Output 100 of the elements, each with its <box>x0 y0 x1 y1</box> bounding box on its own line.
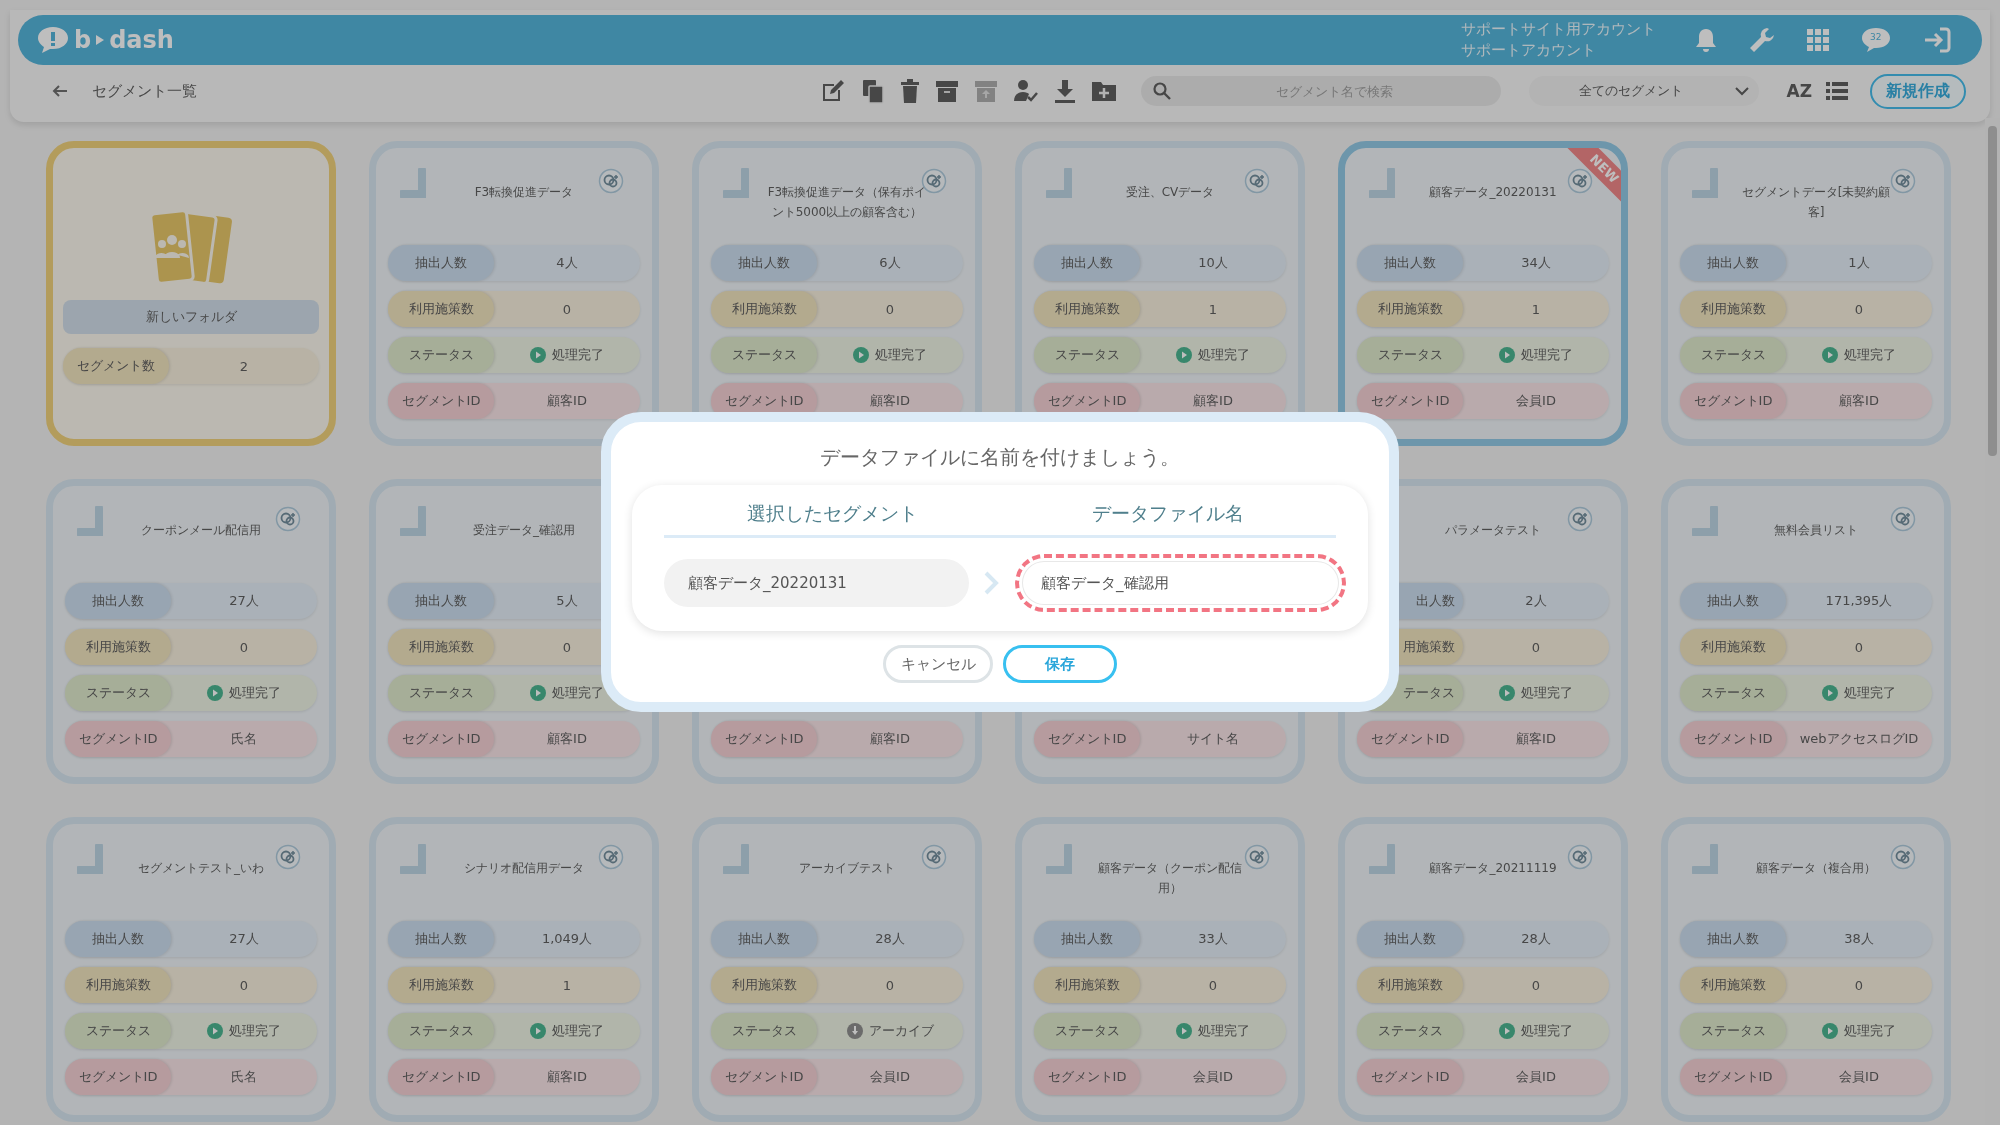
stat-value: 処理完了 <box>875 346 927 364</box>
segment-card[interactable]: シナリオ配信用データ 抽出人数 1,049人 利用施策数 1 ステータス 処理完了 セグメントID 顧客ID <box>369 817 659 1122</box>
stat-value: 2人 <box>1525 592 1547 610</box>
stat-value: 処理完了 <box>552 346 604 364</box>
sort-button[interactable]: AZ <box>1786 81 1812 101</box>
stat-label: 利用施策数 <box>1680 967 1786 1003</box>
segment-icon[interactable] <box>598 844 624 870</box>
stat-value: 処理完了 <box>1198 346 1250 364</box>
stat-value: 会員ID <box>1193 1068 1233 1086</box>
download-icon[interactable] <box>1053 79 1076 103</box>
stat-label: 抽出人数 <box>1357 245 1463 281</box>
stat-value: 1 <box>562 977 572 993</box>
segment-filter-dropdown[interactable]: 全てのセグメント <box>1528 76 1759 106</box>
stat-label: 利用施策数 <box>65 629 171 665</box>
stat-value: 会員ID <box>1516 1068 1556 1086</box>
stat-value: 処理完了 <box>552 684 604 702</box>
segment-icon[interactable] <box>1890 168 1916 194</box>
stat-value: 6人 <box>879 254 901 272</box>
dialog-title: データファイルに名前を付けましょう。 <box>820 444 1180 471</box>
segment-icon[interactable] <box>1567 844 1593 870</box>
stat-value: 10人 <box>1198 254 1228 272</box>
stat-label: ステータス <box>388 675 494 711</box>
stat-value: webアクセスログID <box>1799 730 1919 748</box>
stat-value: 顧客ID <box>1193 392 1233 410</box>
segment-card[interactable]: F3転換促進データ 抽出人数 4人 利用施策数 0 ステータス 処理完了 セグメントID 顧客ID <box>369 141 659 446</box>
stat-label: セグメントID <box>1357 1059 1463 1095</box>
file-name-input[interactable]: 顧客データ_確認用 <box>1015 554 1346 612</box>
segment-card[interactable]: 顧客データ（複合用） 抽出人数 38人 利用施策数 0 ステータス 処理完了 セグメントID 会員ID <box>1661 817 1951 1122</box>
segment-title: アーカイブテスト <box>798 860 896 877</box>
stat-label: 抽出人数 <box>65 921 171 957</box>
stat-value: 0 <box>1854 301 1864 317</box>
stat-label: ステータス <box>1034 1013 1140 1049</box>
stat-value: 1,049人 <box>541 930 593 948</box>
segment-icon[interactable] <box>275 844 301 870</box>
stat-label: セグメントID <box>1680 1059 1786 1095</box>
segment-icon[interactable] <box>598 168 624 194</box>
segment-card[interactable]: セグメントデータ[未契約顧客] 抽出人数 1人 利用施策数 0 ステータス 処理完了 セグメントID 顧客ID <box>1661 141 1951 446</box>
stat-value: 処理完了 <box>1521 346 1573 364</box>
list-view-icon[interactable] <box>1826 81 1848 101</box>
column-heading: 選択したセグメント <box>745 501 919 526</box>
stat-value: 34人 <box>1521 254 1551 272</box>
speech-bubble-icon <box>36 25 70 55</box>
back-arrow-icon[interactable] <box>52 84 68 98</box>
stat-value: 27人 <box>229 592 259 610</box>
segment-title: 顧客データ（クーポン配信用） <box>1097 860 1243 897</box>
column-heading: データファイル名 <box>1091 501 1245 526</box>
wrench-icon[interactable] <box>1748 26 1776 54</box>
stat-value: サイト名 <box>1187 730 1239 748</box>
stat-value: 氏名 <box>231 730 257 748</box>
stat-label: セグメントID <box>65 721 171 757</box>
stat-value: 4人 <box>556 254 578 272</box>
copy-icon[interactable] <box>860 78 885 104</box>
segment-icon[interactable] <box>921 844 947 870</box>
bell-icon[interactable] <box>1694 27 1718 53</box>
segment-card[interactable]: セグメントテスト_いわ 抽出人数 27人 利用施策数 0 ステータス 処理完了 セグメントID 氏名 <box>46 817 336 1122</box>
segment-icon[interactable] <box>1244 844 1270 870</box>
stat-label: 抽出人数 <box>1680 245 1786 281</box>
folder-card[interactable]: 新しいフォルダ セグメント数 2 <box>46 141 336 446</box>
grid-icon[interactable] <box>1806 28 1830 52</box>
caret-icon <box>1734 86 1749 96</box>
segment-card[interactable]: アーカイブテスト 抽出人数 28人 利用施策数 0 ステータス アーカイブ セグメントID 会員ID <box>692 817 982 1122</box>
save-button[interactable]: 保存 <box>1003 645 1117 683</box>
stat-value: 0 <box>239 977 249 993</box>
segment-icon[interactable] <box>1244 168 1270 194</box>
stat-value: 会員ID <box>870 1068 910 1086</box>
logout-icon[interactable] <box>1922 26 1952 54</box>
stat-value: 氏名 <box>231 1068 257 1086</box>
stat-label: セグメントID <box>1034 1059 1140 1095</box>
archive-box-icon[interactable] <box>934 80 959 102</box>
search-icon <box>1152 82 1171 100</box>
stat-label: ステータス <box>1680 675 1786 711</box>
stat-value: 顧客ID <box>1516 730 1556 748</box>
stat-label: セグメントID <box>65 1059 171 1095</box>
segment-icon[interactable] <box>1567 506 1593 532</box>
stat-label: ステータス <box>711 337 817 373</box>
segment-icon[interactable] <box>1890 506 1916 532</box>
segment-icon[interactable] <box>275 506 301 532</box>
stat-value: 0 <box>885 977 895 993</box>
segment-card[interactable]: 無料会員リスト 抽出人数 171,395人 利用施策数 0 ステータス 処理完了 セグメントID webアクセスログID <box>1661 479 1951 784</box>
segment-card[interactable]: クーポンメール配信用 抽出人数 27人 利用施策数 0 ステータス 処理完了 セグメントID 氏名 <box>46 479 336 784</box>
stat-label: 利用施策数 <box>1034 967 1140 1003</box>
folder-name: 新しいフォルダ <box>63 300 319 334</box>
folder-plus-icon[interactable] <box>1090 80 1117 102</box>
stat-value: 5人 <box>556 592 578 610</box>
stat-label: 利用施策数 <box>1680 291 1786 327</box>
stat-label: セグメントID <box>1357 721 1463 757</box>
segment-card[interactable]: 顧客データ（クーポン配信用） 抽出人数 33人 利用施策数 0 ステータス 処理完了 セグメントID 会員ID <box>1015 817 1305 1122</box>
stat-value: 0 <box>1854 977 1864 993</box>
segment-icon[interactable] <box>1890 844 1916 870</box>
cancel-button[interactable]: キャンセル <box>883 645 993 683</box>
stat-label: 利用施策数 <box>1357 291 1463 327</box>
stat-label: 利用施策数 <box>388 291 494 327</box>
stat-value: 会員ID <box>1516 392 1556 410</box>
trash-icon[interactable] <box>899 79 920 103</box>
segment-title: 顧客データ_20220131 <box>1428 184 1558 201</box>
user-check-icon[interactable] <box>1012 79 1039 103</box>
stat-value: 顧客ID <box>547 392 587 410</box>
segment-card[interactable]: 顧客データ_20211119 抽出人数 28人 利用施策数 0 ステータス 処理完了 セグメントID 会員ID <box>1338 817 1628 1122</box>
stat-value: 28人 <box>875 930 905 948</box>
stat-value: 38人 <box>1844 930 1874 948</box>
